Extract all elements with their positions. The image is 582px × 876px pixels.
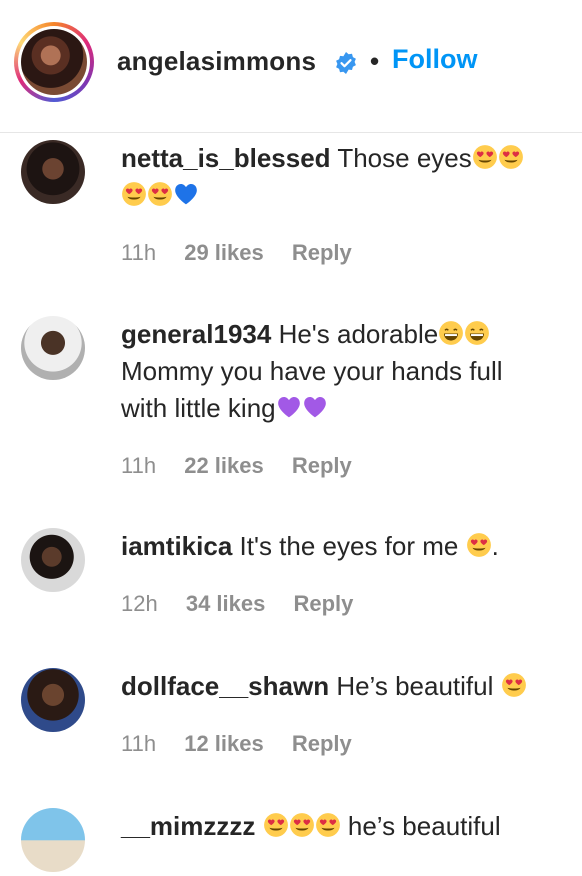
comment-item: general1934 He's adorable Mommy you have… xyxy=(0,316,582,486)
comment-message-line: with little king xyxy=(121,393,276,423)
comment-likes[interactable]: 12 likes xyxy=(184,731,264,757)
comment-tail: . xyxy=(491,531,499,561)
comment-likes[interactable]: 34 likes xyxy=(186,591,266,617)
comment-item: netta_is_blessed Those eyes 11h 29 likes… xyxy=(0,140,582,280)
reply-button[interactable]: Reply xyxy=(292,240,352,266)
heart-eyes-icon xyxy=(263,812,289,838)
comment-text: iamtikica It's the eyes for me . xyxy=(121,528,561,565)
separator-dot: • xyxy=(370,46,380,76)
comment-likes[interactable]: 29 likes xyxy=(184,240,264,266)
heart-eyes-icon xyxy=(289,812,315,838)
heart-eyes-icon xyxy=(466,532,492,558)
reply-button[interactable]: Reply xyxy=(293,591,353,617)
reply-button[interactable]: Reply xyxy=(292,731,352,757)
grin-icon xyxy=(464,320,490,346)
comment-meta: 11h 22 likes Reply xyxy=(121,453,374,479)
comment-username[interactable]: dollface__shawn xyxy=(121,671,329,701)
comment-time[interactable]: 11h xyxy=(121,731,156,757)
comment-text: netta_is_blessed Those eyes xyxy=(121,140,561,214)
comment-item: dollface__shawn He’s beautiful 11h 12 li… xyxy=(0,668,582,768)
blue-heart-icon xyxy=(173,181,199,207)
heart-eyes-icon xyxy=(147,181,173,207)
comment-message: It's the eyes for me xyxy=(239,531,459,561)
comment-message: He's adorable xyxy=(278,319,439,349)
verified-badge-icon xyxy=(336,52,356,74)
comment-message: Those eyes xyxy=(337,143,472,173)
post-header: angelasimmons • Follow xyxy=(0,0,582,133)
heart-eyes-icon xyxy=(498,144,524,170)
comment-message: he’s beautiful xyxy=(347,811,501,841)
comment-time[interactable]: 11h xyxy=(121,453,156,479)
avatar[interactable] xyxy=(21,316,85,380)
heart-eyes-icon xyxy=(501,672,527,698)
follow-button[interactable]: Follow xyxy=(392,44,477,75)
avatar[interactable] xyxy=(21,668,85,732)
post-author-username[interactable]: angelasimmons xyxy=(117,46,316,77)
comment-text: __mimzzzz he’s beautiful xyxy=(121,808,561,845)
comment-item: __mimzzzz he’s beautiful xyxy=(0,808,582,876)
comment-item: iamtikica It's the eyes for me . 12h 34 … xyxy=(0,528,582,628)
comment-username[interactable]: netta_is_blessed xyxy=(121,143,331,173)
reply-button[interactable]: Reply xyxy=(292,453,352,479)
story-avatar[interactable] xyxy=(14,22,94,102)
comment-text: dollface__shawn He’s beautiful xyxy=(121,668,561,705)
comment-username[interactable]: general1934 xyxy=(121,319,271,349)
comment-username[interactable]: __mimzzzz xyxy=(121,811,255,841)
comment-meta: 12h 34 likes Reply xyxy=(121,591,375,617)
comment-time[interactable]: 11h xyxy=(121,240,156,266)
avatar[interactable] xyxy=(21,808,85,872)
heart-eyes-icon xyxy=(472,144,498,170)
avatar[interactable] xyxy=(21,528,85,592)
comment-message-line: Mommy you have your hands full xyxy=(121,356,503,386)
purple-heart-icon xyxy=(302,394,328,420)
comment-meta: 11h 12 likes Reply xyxy=(121,731,374,757)
comment-message: He’s beautiful xyxy=(336,671,494,701)
comment-text: general1934 He's adorable Mommy you have… xyxy=(121,316,561,427)
comment-meta: 11h 29 likes Reply xyxy=(121,240,374,266)
avatar[interactable] xyxy=(21,140,85,204)
comment-likes[interactable]: 22 likes xyxy=(184,453,264,479)
heart-eyes-icon xyxy=(121,181,147,207)
avatar xyxy=(21,29,87,95)
purple-heart-icon xyxy=(276,394,302,420)
heart-eyes-icon xyxy=(315,812,341,838)
grin-icon xyxy=(438,320,464,346)
comment-time[interactable]: 12h xyxy=(121,591,158,617)
comment-username[interactable]: iamtikica xyxy=(121,531,232,561)
